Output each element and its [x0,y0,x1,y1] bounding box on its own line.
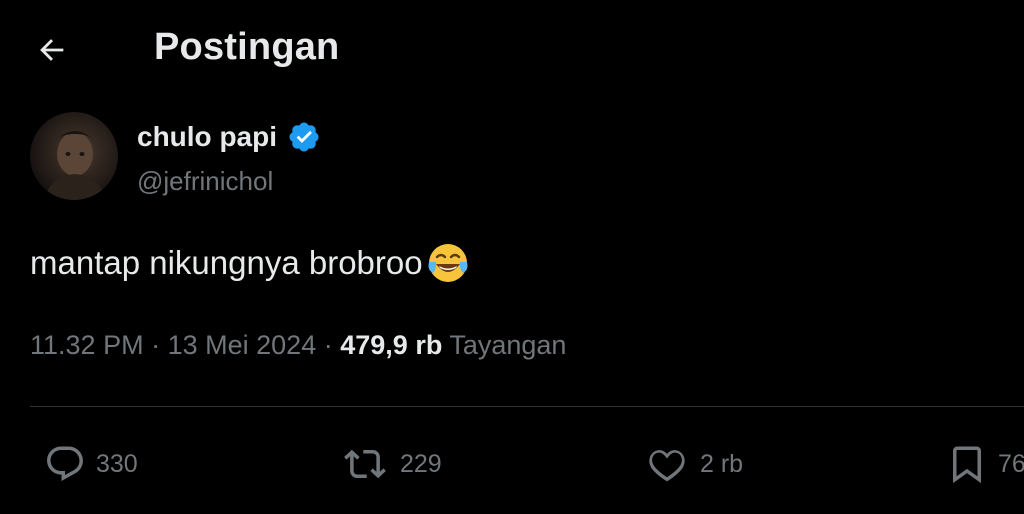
arrow-left-icon [35,33,69,72]
repost-button[interactable]: 229 [340,434,442,494]
display-name[interactable]: chulo papi [137,121,277,153]
avatar-image [44,131,106,200]
tweet-body: mantap nikungnya brobroo [30,244,423,281]
views-label: Tayangan [449,330,567,360]
reply-count: 330 [96,449,138,478]
heart-icon [644,443,690,485]
meta-separator: · [323,330,333,360]
reply-icon [44,443,86,485]
verified-badge-icon[interactable] [287,120,321,154]
tears-of-joy-emoji-icon [425,240,471,286]
bookmark-count: 76 [998,449,1024,478]
meta-separator: · [151,330,161,360]
tweet-author: chulo papi @jefrinichol [30,112,730,208]
tweet-meta: 11.32 PM · 13 Mei 2024 · 479,9 rb Tayang… [30,330,566,361]
views-count: 479,9 rb [340,330,443,360]
user-handle[interactable]: @jefrinichol [137,166,273,197]
back-button[interactable] [30,30,74,74]
tweet-date[interactable]: 13 Mei 2024 [168,330,317,360]
divider [30,406,1024,407]
repost-icon [340,443,390,485]
page-title: Postingan [154,26,340,68]
bookmark-button[interactable]: 76 [946,434,1024,494]
bookmark-icon [946,442,988,486]
like-count: 2 rb [700,449,744,478]
action-bar: 330 229 2 rb 76 [0,434,1024,494]
display-name-row: chulo papi [137,120,321,154]
tweet-text: mantap nikungnya brobroo [30,240,471,286]
reply-button[interactable]: 330 [44,434,138,494]
repost-count: 229 [400,449,442,478]
top-bar: Postingan [0,0,1024,100]
avatar[interactable] [30,112,118,200]
tweet-time[interactable]: 11.32 PM [30,330,144,360]
like-button[interactable]: 2 rb [644,434,743,494]
